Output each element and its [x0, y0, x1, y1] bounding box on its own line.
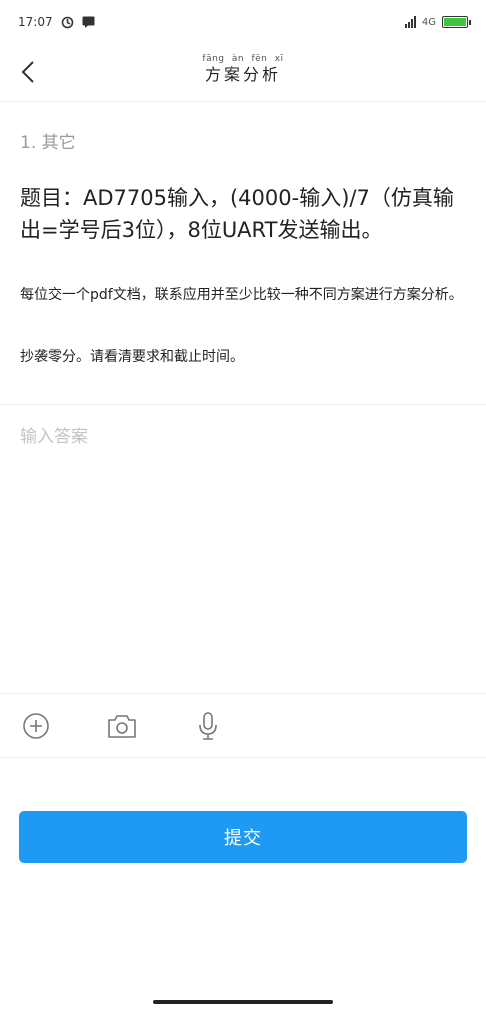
message-notification-icon — [82, 16, 95, 28]
question-description: 每位交一个pdf文档，联系应用并至少比较一种不同方案进行方案分析。 — [20, 287, 463, 303]
network-type: 4G — [421, 16, 436, 28]
camera-button[interactable] — [104, 708, 140, 744]
question-number: 1. 其它 — [20, 133, 76, 153]
toolbar-bottom-divider — [0, 757, 486, 758]
page-title-wrap: fāng àn fēn xī 方案分析 — [0, 54, 486, 85]
question-headline: 题目：AD7705输入，(4000-输入)/7（仿真输出=学号后3位），8位UA… — [20, 186, 454, 242]
add-icon — [23, 713, 49, 739]
app-notification-icon — [61, 16, 73, 28]
home-indicator[interactable] — [153, 1000, 333, 1004]
question-note: 抄袭零分。请看清要求和截止时间。 — [20, 349, 244, 365]
page-title-pinyin: fāng àn fēn xī — [202, 54, 284, 64]
status-bar: 17:07 4G — [0, 0, 486, 44]
battery-icon — [442, 16, 471, 28]
status-time: 17:07 — [18, 15, 53, 29]
voice-input-button[interactable] — [190, 708, 226, 744]
microphone-icon — [199, 712, 217, 740]
camera-icon — [108, 715, 136, 738]
attachment-toolbar — [0, 694, 486, 758]
add-attachment-button[interactable] — [18, 708, 54, 744]
page-title: 方案分析 — [204, 65, 281, 84]
nav-bar: fāng àn fēn xī 方案分析 — [0, 44, 486, 102]
answer-input[interactable] — [20, 422, 466, 682]
signal-icon — [404, 16, 416, 28]
submit-button[interactable]: 提交 — [19, 811, 467, 863]
content-divider — [0, 404, 486, 405]
status-right: 4G — [404, 16, 471, 28]
status-left: 17:07 — [18, 15, 95, 29]
